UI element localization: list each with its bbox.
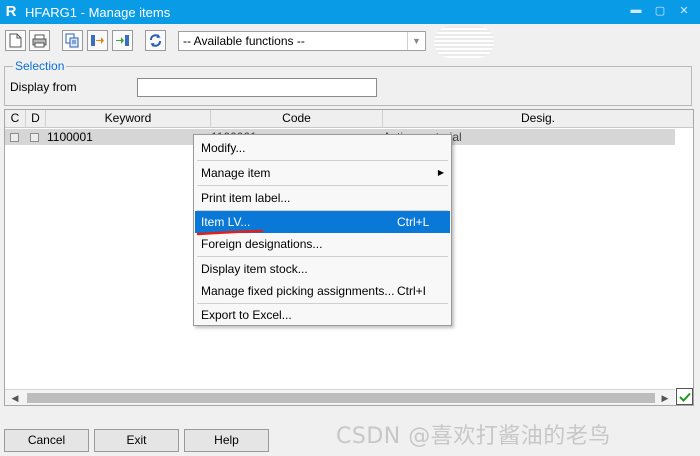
cancel-button[interactable]: Cancel (4, 429, 89, 452)
column-header-c[interactable]: C (5, 110, 26, 128)
new-document-button[interactable] (5, 30, 26, 51)
window-controls: ▬ ▢ ✕ (630, 4, 690, 17)
help-button[interactable]: Help (184, 429, 269, 452)
grid-header: C D Keyword Code Desig. (5, 110, 693, 128)
column-header-code[interactable]: Code (211, 110, 383, 128)
column-header-desig[interactable]: Desig. (383, 110, 693, 128)
menu-item-label: Modify... (201, 141, 246, 155)
copy-icon (65, 33, 79, 48)
menu-item-label: Item LV... (201, 215, 251, 229)
available-functions-select[interactable]: -- Available functions -- ▼ (178, 31, 426, 51)
menu-item-label: Print item label... (201, 191, 291, 205)
menu-item-modify[interactable]: Modify... (195, 137, 450, 159)
export-icon (116, 35, 129, 46)
watermark-text: CSDN @喜欢打酱油的老鸟 (336, 424, 611, 449)
scroll-thumb[interactable] (27, 393, 655, 403)
maximize-icon[interactable]: ▢ (654, 4, 666, 17)
chevron-down-icon[interactable]: ▼ (407, 32, 425, 50)
menu-item-shortcut: Ctrl+L (397, 215, 430, 229)
submenu-arrow-icon: ▶ (437, 168, 444, 177)
menu-separator (197, 160, 448, 161)
column-header-keyword[interactable]: Keyword (46, 110, 211, 128)
window-title: HFARG1 - Manage items (25, 4, 171, 20)
menu-item-manage-item[interactable]: Manage item ▶ (195, 162, 450, 184)
menu-item-label: Manage fixed picking assignments... (201, 284, 395, 298)
menu-item-label: Manage item (201, 166, 271, 180)
title-bar: R HFARG1 - Manage items ▬ ▢ ✕ (0, 0, 700, 24)
scroll-left-icon[interactable]: ◀ (7, 392, 23, 404)
menu-item-label: Foreign designations... (201, 237, 323, 251)
close-icon[interactable]: ✕ (678, 4, 690, 17)
row-checkbox-c[interactable] (10, 133, 19, 142)
menu-item-print-item-label[interactable]: Print item label... (195, 187, 450, 209)
column-header-d[interactable]: D (26, 110, 46, 128)
menu-item-label: Export to Excel... (201, 308, 292, 322)
menu-item-export-to-excel[interactable]: Export to Excel... (195, 304, 450, 326)
copy-button[interactable] (62, 30, 83, 51)
horizontal-scrollbar[interactable]: ◀ ▶ (5, 389, 675, 405)
new-icon (9, 33, 22, 48)
menu-item-display-item-stock[interactable]: Display item stock... (195, 258, 450, 280)
menu-item-manage-fixed-picking[interactable]: Manage fixed picking assignments... Ctrl+… (195, 280, 450, 302)
display-from-input[interactable] (137, 78, 377, 97)
scroll-right-icon[interactable]: ▶ (657, 392, 673, 404)
menu-item-shortcut: Ctrl+I (397, 284, 427, 298)
exit-button[interactable]: Exit (94, 429, 179, 452)
print-button[interactable] (29, 30, 50, 51)
refresh-button[interactable] (145, 30, 166, 51)
minimize-icon[interactable]: ▬ (630, 4, 642, 17)
menu-item-label: Display item stock... (201, 262, 308, 276)
checkmark-icon (678, 392, 691, 402)
menu-item-foreign-designations[interactable]: Foreign designations... (195, 233, 450, 255)
selection-legend: Selection (13, 59, 67, 73)
context-menu: Modify... Manage item ▶ Print item label.… (193, 134, 452, 326)
row-keyword: 1100001 (47, 130, 93, 144)
print-icon (32, 34, 47, 47)
export-button[interactable] (112, 30, 133, 51)
available-functions-value: -- Available functions -- (183, 34, 305, 48)
display-from-label: Display from (10, 80, 77, 94)
import-icon (91, 35, 104, 46)
redacted-area (434, 26, 494, 58)
refresh-icon (150, 34, 161, 47)
menu-item-item-lv[interactable]: Item LV... Ctrl+L (195, 211, 450, 233)
selection-group: Selection Display from (4, 59, 692, 106)
menu-separator (197, 256, 448, 257)
confirm-check-button[interactable] (676, 388, 693, 405)
import-button[interactable] (87, 30, 108, 51)
row-checkbox-d[interactable] (30, 133, 39, 142)
menu-separator (197, 185, 448, 186)
app-logo-icon: R (5, 3, 17, 20)
